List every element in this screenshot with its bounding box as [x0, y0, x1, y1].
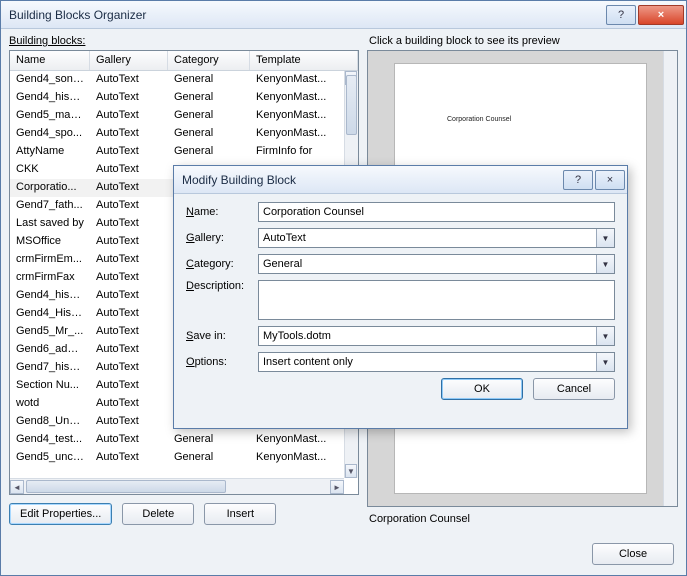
window-close-button[interactable]: ×	[638, 5, 684, 25]
modify-building-block-dialog: Modify Building Block ? × Name: Corporat…	[173, 165, 628, 429]
table-row[interactable]: Gend4_son_...AutoTextGeneralKenyonMast..…	[10, 71, 344, 89]
modal-close-button[interactable]: ×	[595, 170, 625, 190]
options-label: Options:	[186, 356, 258, 368]
scroll-down-icon[interactable]: ▼	[345, 464, 357, 478]
scroll-right-icon[interactable]: ►	[330, 480, 344, 494]
modal-title: Modify Building Block	[182, 173, 561, 187]
name-label: Name:	[186, 206, 258, 218]
close-button[interactable]: Close	[592, 543, 674, 565]
cancel-button[interactable]: Cancel	[533, 378, 615, 400]
preview-caption: Corporation Counsel	[369, 513, 676, 525]
description-label: Description:	[186, 280, 258, 292]
delete-button[interactable]: Delete	[122, 503, 194, 525]
modal-help-button[interactable]: ?	[563, 170, 593, 190]
scroll-thumb[interactable]	[346, 75, 357, 135]
edit-properties-button[interactable]: Edit Properties...	[9, 503, 112, 525]
insert-button[interactable]: Insert	[204, 503, 276, 525]
col-name[interactable]: Name	[10, 51, 90, 70]
table-row[interactable]: Gend4_test...AutoTextGeneralKenyonMast..…	[10, 431, 344, 449]
savein-dropdown[interactable]: MyTools.dotm▼	[258, 326, 615, 346]
savein-label: Save in:	[186, 330, 258, 342]
preview-content-text: Corporation Counsel	[447, 116, 511, 123]
table-row[interactable]: Gend5_uncl...AutoTextGeneralKenyonMast..…	[10, 449, 344, 467]
table-row[interactable]: Gend5_man...AutoTextGeneralKenyonMast...	[10, 107, 344, 125]
chevron-down-icon[interactable]: ▼	[596, 255, 614, 273]
col-template[interactable]: Template	[250, 51, 358, 70]
chevron-down-icon[interactable]: ▼	[596, 353, 614, 371]
category-label: Category:	[186, 258, 258, 270]
name-field[interactable]: Corporation Counsel	[258, 202, 615, 222]
table-row[interactable]: Gend4_spo...AutoTextGeneralKenyonMast...	[10, 125, 344, 143]
ok-button[interactable]: OK	[441, 378, 523, 400]
col-category[interactable]: Category	[168, 51, 250, 70]
description-field[interactable]	[258, 280, 615, 320]
titlebar[interactable]: Building Blocks Organizer ? ×	[1, 1, 686, 29]
col-gallery[interactable]: Gallery	[90, 51, 168, 70]
options-dropdown[interactable]: Insert content only▼	[258, 352, 615, 372]
gallery-dropdown[interactable]: AutoText▼	[258, 228, 615, 248]
chevron-down-icon[interactable]: ▼	[596, 229, 614, 247]
organizer-window: Building Blocks Organizer ? × Building b…	[0, 0, 687, 576]
gallery-label: Gallery:	[186, 232, 258, 244]
chevron-down-icon[interactable]: ▼	[596, 327, 614, 345]
scroll-left-icon[interactable]: ◄	[10, 480, 24, 494]
help-button[interactable]: ?	[606, 5, 636, 25]
preview-hint: Click a building block to see its previe…	[369, 35, 678, 47]
hscroll-thumb[interactable]	[26, 480, 226, 493]
building-blocks-label: Building blocks:	[9, 35, 359, 47]
list-header[interactable]: Name Gallery Category Template	[10, 51, 358, 71]
table-row[interactable]: AttyNameAutoTextGeneralFirmInfo for	[10, 143, 344, 161]
modal-titlebar[interactable]: Modify Building Block ? ×	[174, 166, 627, 194]
window-title: Building Blocks Organizer	[9, 8, 604, 22]
table-row[interactable]: Gend4_his_...AutoTextGeneralKenyonMast..…	[10, 89, 344, 107]
category-dropdown[interactable]: General▼	[258, 254, 615, 274]
list-horizontal-scrollbar[interactable]: ◄ ►	[10, 478, 344, 494]
preview-scrollbar[interactable]	[663, 51, 677, 506]
